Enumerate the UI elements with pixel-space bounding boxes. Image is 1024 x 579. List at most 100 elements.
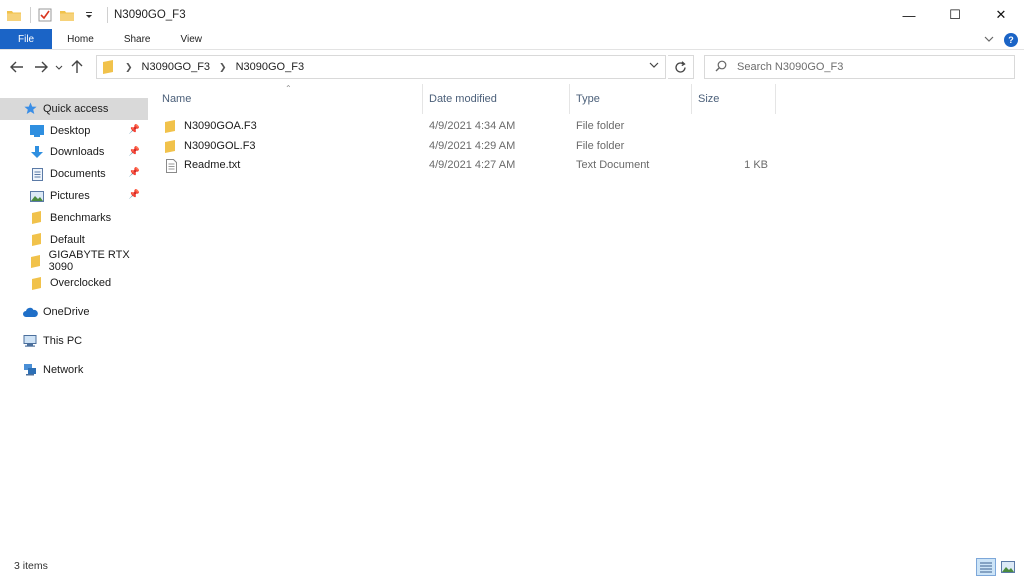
sidebar-item-label: Documents — [50, 168, 106, 181]
file-rows: N3090GOA.F3 4/9/2021 4:34 AM File folder… — [160, 117, 1020, 176]
sidebar-item-gigabyte-rtx-3090[interactable]: GIGABYTE RTX 3090 — [0, 249, 148, 274]
folder-icon — [29, 211, 45, 225]
file-name-cell: Readme.txt — [164, 156, 240, 176]
sidebar-item-default[interactable]: Default — [0, 229, 148, 251]
file-date: 4/9/2021 4:29 AM — [429, 139, 516, 152]
folder-icon — [164, 120, 178, 134]
sidebar-item-label: This PC — [43, 334, 83, 347]
sidebar-item-desktop[interactable]: Desktop 📌 — [0, 120, 148, 142]
sidebar-item-label: Benchmarks — [50, 211, 112, 224]
folder-icon — [29, 276, 45, 290]
column-header-type[interactable]: Type — [574, 84, 692, 114]
sort-ascending-icon: ⌃ — [285, 84, 292, 93]
search-icon — [715, 60, 727, 75]
address-bar[interactable]: ❯ N3090GO_F3 ❯ N3090GO_F3 — [96, 55, 666, 79]
sidebar-item-documents[interactable]: Documents 📌 — [0, 163, 148, 185]
minimize-button[interactable]: — — [886, 0, 932, 30]
sidebar-item-overclocked[interactable]: Overclocked — [0, 272, 148, 294]
expand-ribbon-chevron-icon[interactable] — [984, 34, 994, 45]
sidebar-item-quick-access[interactable]: Quick access — [0, 98, 148, 120]
pin-icon: 📌 — [128, 167, 140, 178]
navigation-bar: ❯ N3090GO_F3 ❯ N3090GO_F3 Search N3090GO… — [0, 50, 1024, 84]
sidebar-item-label: Desktop — [50, 124, 91, 137]
file-row[interactable]: Readme.txt 4/9/2021 4:27 AM Text Documen… — [160, 156, 1020, 176]
tab-view[interactable]: View — [166, 29, 218, 49]
breadcrumb-chevron-icon[interactable]: ❯ — [219, 62, 227, 73]
status-bar: 3 items — [0, 556, 1024, 579]
sidebar-item-label: Pictures — [50, 190, 90, 203]
sidebar-item-label: GIGABYTE RTX 3090 — [48, 249, 130, 274]
search-input[interactable]: Search N3090GO_F3 — [704, 55, 1015, 79]
details-view-button[interactable] — [976, 558, 996, 576]
folder-icon — [29, 233, 45, 247]
file-row[interactable]: N3090GOA.F3 4/9/2021 4:34 AM File folder — [160, 117, 1020, 137]
pin-icon: 📌 — [128, 189, 140, 200]
recent-locations-chevron-icon[interactable] — [52, 56, 66, 78]
documents-icon — [29, 167, 45, 181]
tab-file[interactable]: File — [0, 29, 53, 49]
title-bar: N3090GO_F3 — ☐ ✕ — [0, 0, 1024, 30]
file-date: 4/9/2021 4:34 AM — [429, 120, 516, 132]
sidebar-item-pictures[interactable]: Pictures 📌 — [0, 185, 148, 207]
folder-icon — [103, 60, 115, 74]
forward-arrow-icon[interactable] — [30, 56, 52, 78]
network-icon — [22, 363, 38, 377]
sidebar-item-downloads[interactable]: Downloads 📌 — [0, 142, 148, 164]
file-type: File folder — [576, 120, 625, 132]
folder-icon — [29, 254, 44, 268]
ribbon-tabs: File Home Share View ? — [0, 29, 1024, 50]
sidebar-item-onedrive[interactable]: OneDrive — [0, 301, 148, 323]
file-name: N3090GOA.F3 — [184, 120, 257, 132]
window-controls: — ☐ ✕ — [886, 0, 1024, 30]
window-title: N3090GO_F3 — [107, 7, 186, 23]
file-name: N3090GOL.F3 — [184, 139, 256, 152]
address-history-chevron-icon[interactable] — [649, 60, 659, 70]
up-arrow-icon[interactable] — [66, 56, 88, 78]
help-icon[interactable]: ? — [1004, 32, 1018, 47]
sidebar-item-network[interactable]: Network — [0, 359, 148, 381]
pin-icon: 📌 — [128, 145, 140, 156]
pin-icon: 📌 — [128, 123, 140, 134]
sidebar-item-label: Quick access — [43, 102, 109, 115]
breadcrumb-item[interactable]: N3090GO_F3 — [142, 61, 210, 73]
file-name-cell: N3090GOA.F3 — [164, 117, 257, 137]
ribbon-right-controls: ? — [984, 29, 1018, 50]
folder-icon — [6, 7, 22, 23]
breadcrumb-item[interactable]: N3090GO_F3 — [236, 61, 304, 73]
sidebar-item-label: OneDrive — [43, 306, 90, 319]
column-header-date-modified[interactable]: Date modified — [427, 84, 570, 114]
customize-toolbar-dropdown-icon[interactable] — [81, 7, 97, 23]
new-folder-icon[interactable] — [59, 7, 75, 23]
details-view-icon — [980, 562, 992, 573]
file-type: File folder — [576, 139, 625, 152]
breadcrumb-chevron-icon[interactable]: ❯ — [125, 62, 133, 73]
pictures-icon — [29, 189, 45, 203]
navigation-pane: Quick access Desktop 📌 Downloads 📌 Docum… — [0, 98, 148, 553]
column-header-size[interactable]: Size — [696, 84, 776, 114]
tab-share[interactable]: Share — [109, 29, 166, 49]
properties-icon[interactable] — [37, 7, 53, 23]
tab-home[interactable]: Home — [52, 29, 109, 49]
sidebar-item-this-pc[interactable]: This PC — [0, 330, 148, 352]
toolbar-divider — [30, 7, 31, 23]
large-icons-view-button[interactable] — [998, 558, 1018, 576]
search-placeholder: Search N3090GO_F3 — [737, 61, 844, 73]
refresh-button[interactable] — [668, 55, 694, 79]
close-button[interactable]: ✕ — [978, 0, 1024, 30]
back-arrow-icon[interactable] — [6, 56, 28, 78]
sidebar-item-benchmarks[interactable]: Benchmarks — [0, 207, 148, 229]
sidebar-item-label: Overclocked — [50, 277, 112, 290]
file-name: Readme.txt — [184, 159, 241, 171]
file-size: 1 KB — [744, 159, 768, 171]
star-icon — [22, 102, 38, 116]
folder-icon — [164, 139, 178, 153]
maximize-button[interactable]: ☐ — [932, 0, 978, 30]
file-date: 4/9/2021 4:27 AM — [429, 159, 516, 171]
sidebar-item-label: Default — [50, 233, 85, 246]
file-row[interactable]: N3090GOL.F3 4/9/2021 4:29 AM File folder — [160, 137, 1020, 157]
sidebar-item-label: Downloads — [50, 146, 105, 159]
desktop-icon — [29, 124, 45, 138]
